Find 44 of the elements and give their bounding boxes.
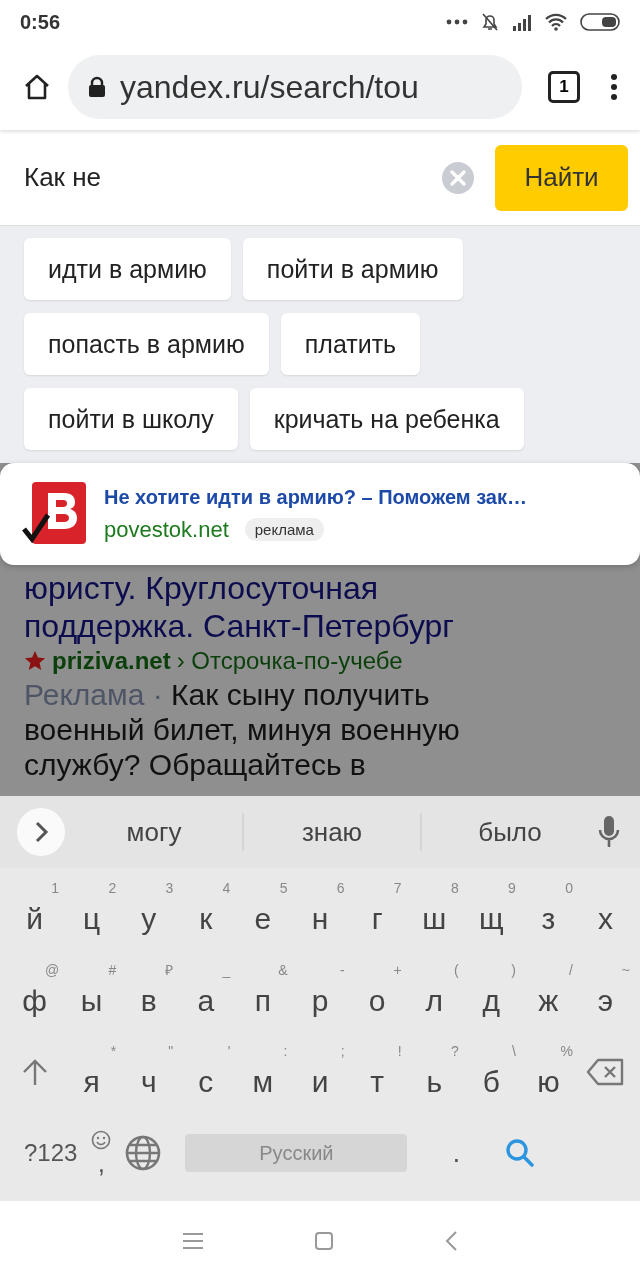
ad-card[interactable]: Не хотите идти в армию? – Поможем зак… povestok.net реклама (0, 463, 640, 565)
backspace-icon[interactable] (586, 1058, 625, 1087)
address-bar[interactable]: yandex.ru/search/tou (68, 55, 522, 119)
suggestion-chip[interactable]: попасть в армию (24, 313, 269, 375)
tab-count-button[interactable]: 1 (548, 71, 580, 103)
key[interactable]: х (576, 873, 635, 944)
wifi-icon (544, 13, 568, 31)
result-path: › Отсрочка-по-учебе (176, 647, 403, 675)
home-button-icon[interactable] (314, 1230, 334, 1251)
result-title: юристу. Круглосуточная (24, 569, 379, 607)
back-icon[interactable] (444, 1229, 458, 1252)
period-key[interactable]: . (431, 1137, 482, 1169)
microphone-icon[interactable] (598, 815, 620, 849)
prediction-word[interactable]: знаю (244, 816, 420, 848)
prediction-word[interactable]: могу (66, 816, 242, 848)
suggestion-chip[interactable]: кричать на ребенка (249, 388, 524, 450)
globe-icon[interactable] (125, 1135, 162, 1171)
star-icon (24, 650, 46, 672)
result-title: поддержка. Санкт-Петербург (24, 607, 455, 645)
search-button[interactable]: Найти (495, 144, 628, 211)
muted-bell-icon (480, 12, 500, 32)
lock-icon (88, 76, 106, 98)
more-dots-icon (446, 19, 468, 25)
result-snippet: Реклама · Как сыну получить военный билет, минуя военную службу? Обращайтесь в (24, 677, 461, 782)
prediction-word[interactable]: было (422, 816, 598, 848)
menu-icon[interactable] (610, 73, 618, 101)
symbols-key[interactable]: ?123 (24, 1139, 78, 1167)
result-domain: priziva.net (52, 647, 171, 675)
battery-icon (580, 13, 620, 31)
suggestion-chip[interactable]: идти в армию (24, 238, 231, 300)
recent-apps-icon[interactable] (182, 1231, 204, 1250)
signal-icon (512, 13, 532, 31)
ad-domain: povestok.net (104, 516, 229, 543)
search-icon[interactable] (505, 1138, 536, 1168)
suggestion-chip[interactable]: платить (280, 313, 421, 375)
comma-key[interactable]: , (91, 1130, 112, 1176)
suggestion-chip[interactable]: пойти в школу (24, 388, 238, 450)
emoji-icon (91, 1130, 112, 1150)
ad-badge: реклама (244, 518, 324, 541)
status-time: 0:56 (20, 10, 61, 34)
url-text: yandex.ru/search/tou (120, 68, 419, 106)
ad-title[interactable]: Не хотите идти в армию? – Поможем зак… (104, 485, 527, 509)
suggestion-chip[interactable]: пойти в армию (242, 238, 463, 300)
search-field[interactable]: Как не (0, 162, 441, 193)
